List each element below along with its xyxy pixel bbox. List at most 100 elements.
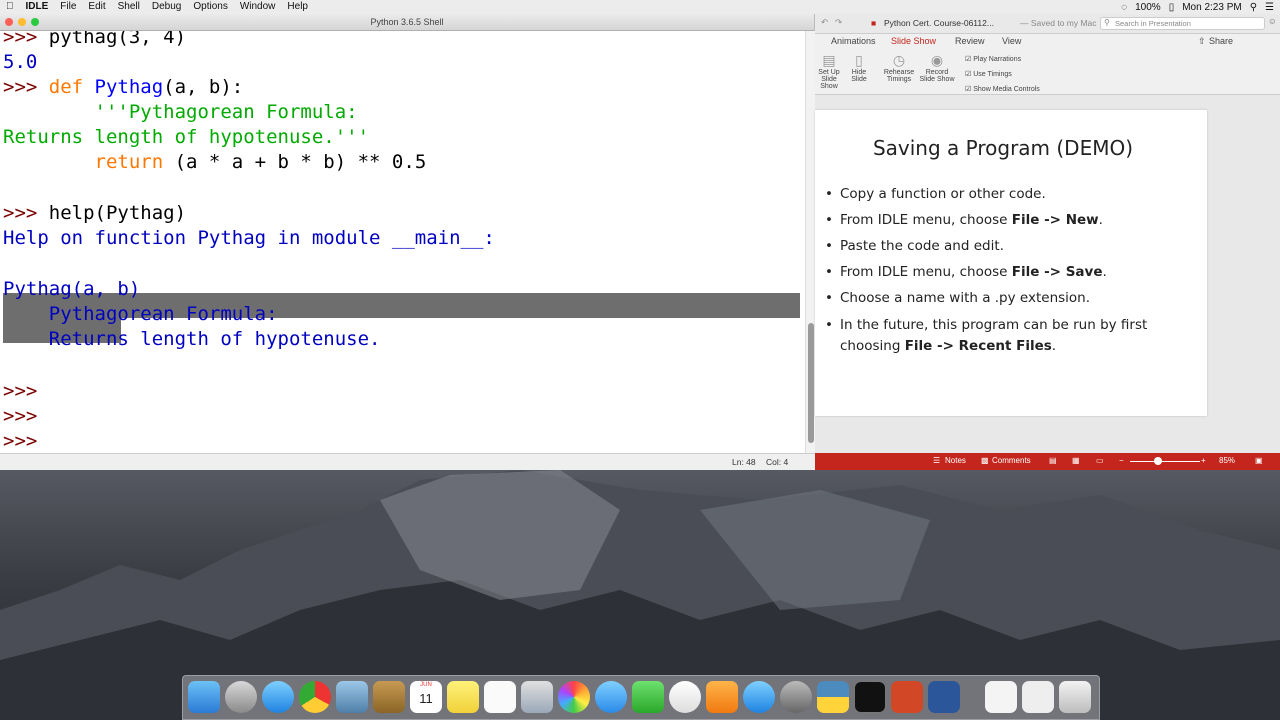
- slide-bullet: • Choose a name with a .py extension.: [825, 290, 1091, 306]
- docstring-line: '''Pythagorean Formula:: [3, 101, 358, 123]
- show-media-controls-checkbox[interactable]: ☑ Show Media Controls: [965, 82, 1040, 97]
- itunes-icon[interactable]: [669, 681, 701, 713]
- powerpoint-window: ↶ ↷ ■ Python Cert. Course-06112... — Sav…: [815, 14, 1280, 470]
- idle-shell-window: Python 3.6.5 Shell >>> pythag(3, 4) 5.0 …: [0, 14, 815, 470]
- shell-prompt: >>>: [3, 380, 38, 402]
- wifi-icon[interactable]: ◌: [1121, 2, 1127, 13]
- safari-icon[interactable]: [262, 681, 294, 713]
- apple-icon[interactable]: : [0, 0, 20, 14]
- shell-prompt[interactable]: >>>: [3, 429, 37, 453]
- undo-icon[interactable]: ↶: [821, 17, 828, 28]
- photos-icon[interactable]: [558, 681, 590, 713]
- menu-shell[interactable]: Shell: [112, 0, 146, 14]
- setup-slide-show-button[interactable]: ▤ Set Up Slide Show: [815, 52, 843, 90]
- help-output-line: Pythag(a, b): [3, 278, 141, 300]
- zoom-slider-thumb[interactable]: [1154, 457, 1162, 465]
- shell-line: >>> help(Pythag): [3, 202, 187, 224]
- slide-bullet: • From IDLE menu, choose File -> Save.: [825, 264, 1107, 280]
- normal-view-icon[interactable]: ▤: [1049, 456, 1057, 465]
- battery-icon[interactable]: ▯: [1169, 2, 1175, 13]
- shell-line: >>> pythag(3, 4): [3, 31, 187, 48]
- word-icon[interactable]: [928, 681, 960, 713]
- reminders-icon[interactable]: [484, 681, 516, 713]
- shell-text-area[interactable]: >>> pythag(3, 4) 5.0 >>> def Pythag(a, b…: [0, 31, 805, 453]
- app-store-icon[interactable]: [743, 681, 775, 713]
- zoom-in-icon[interactable]: +: [1201, 456, 1206, 465]
- terminal-icon[interactable]: [854, 681, 886, 713]
- zoom-slider[interactable]: [1130, 461, 1200, 462]
- fit-to-window-icon[interactable]: ▣: [1255, 456, 1263, 465]
- ppt-search-box[interactable]: ⚲ Search in Presentation: [1100, 17, 1265, 30]
- chrome-icon[interactable]: [299, 681, 331, 713]
- hide-slide-button[interactable]: ▯ Hide Slide: [847, 52, 871, 83]
- maps-icon[interactable]: [521, 681, 553, 713]
- slide-bullet: • In the future, this program can be run …: [825, 317, 1148, 354]
- shell-line: >>> def Pythag(a, b):: [3, 76, 244, 98]
- menu-app-name[interactable]: IDLE: [20, 0, 55, 14]
- ppt-titlebar: ↶ ↷ ■ Python Cert. Course-06112... — Sav…: [815, 14, 1280, 34]
- notes-icon[interactable]: ☰: [933, 456, 940, 465]
- tab-review[interactable]: Review: [955, 36, 985, 46]
- shell-prompt: >>>: [3, 405, 38, 427]
- share-button[interactable]: Share: [1209, 36, 1233, 46]
- help-output-line: Pythagorean Formula:: [3, 303, 278, 325]
- facetime-icon[interactable]: [632, 681, 664, 713]
- downloads-folder-icon[interactable]: [1022, 681, 1054, 713]
- use-timings-checkbox[interactable]: ☑ Use Timings: [965, 67, 1040, 82]
- comments-button[interactable]: Comments: [992, 456, 1031, 465]
- trash-icon[interactable]: [1059, 681, 1091, 713]
- menu-help[interactable]: Help: [281, 0, 314, 14]
- documents-folder-icon[interactable]: [985, 681, 1017, 713]
- launchpad-icon[interactable]: [225, 681, 257, 713]
- shell-output-line: 5.0: [3, 51, 38, 73]
- macos-dock: JUN 11: [182, 675, 1100, 720]
- messages-icon[interactable]: [595, 681, 627, 713]
- menubar-clock[interactable]: Mon 2:23 PM: [1182, 2, 1241, 13]
- preview-icon[interactable]: [336, 681, 368, 713]
- calendar-icon[interactable]: JUN 11: [410, 681, 442, 713]
- powerpoint-icon[interactable]: [891, 681, 923, 713]
- share-icon[interactable]: ⇧: [1198, 36, 1206, 47]
- slideshow-options: ☑ Play Narrations ☑ Use Timings ☑ Show M…: [965, 52, 1040, 97]
- minimize-window-icon[interactable]: [18, 18, 26, 26]
- notes-app-icon[interactable]: [447, 681, 479, 713]
- contacts-icon[interactable]: [373, 681, 405, 713]
- close-window-icon[interactable]: [5, 18, 13, 26]
- ppt-doc-title: Python Cert. Course-06112...: [884, 18, 994, 28]
- spotlight-icon[interactable]: ⚲: [1250, 2, 1257, 13]
- play-narrations-checkbox[interactable]: ☑ Play Narrations: [965, 52, 1040, 67]
- slide-sorter-icon[interactable]: ▦: [1072, 456, 1080, 465]
- menu-window[interactable]: Window: [234, 0, 282, 14]
- idle-window-title: Python 3.6.5 Shell: [370, 17, 444, 27]
- rehearse-timings-button[interactable]: ◷ Rehearse Timings: [881, 52, 917, 83]
- tab-animations[interactable]: Animations: [831, 36, 876, 46]
- idle-status-bar: Ln: 48 Col: 4: [0, 453, 815, 470]
- scrollbar-thumb[interactable]: [808, 323, 814, 443]
- finder-icon[interactable]: [188, 681, 220, 713]
- python-idle-icon[interactable]: [817, 681, 849, 713]
- menu-options[interactable]: Options: [187, 0, 233, 14]
- idle-titlebar: Python 3.6.5 Shell: [0, 14, 814, 31]
- notification-center-icon[interactable]: ☰: [1265, 2, 1274, 13]
- tab-slide-show[interactable]: Slide Show: [891, 36, 936, 46]
- line-number: Ln: 48: [732, 457, 756, 467]
- comments-icon[interactable]: ▩: [981, 456, 989, 465]
- tab-view[interactable]: View: [1002, 36, 1021, 46]
- zoom-out-icon[interactable]: −: [1119, 456, 1124, 465]
- zoom-level[interactable]: 85%: [1219, 456, 1235, 465]
- system-preferences-icon[interactable]: [780, 681, 812, 713]
- menu-file[interactable]: File: [54, 0, 82, 14]
- current-slide[interactable]: Saving a Program (DEMO) • Copy a function…: [815, 110, 1207, 416]
- ibooks-icon[interactable]: [706, 681, 738, 713]
- notes-button[interactable]: Notes: [945, 456, 966, 465]
- menu-edit[interactable]: Edit: [82, 0, 111, 14]
- reading-view-icon[interactable]: ▭: [1096, 456, 1104, 465]
- menu-debug[interactable]: Debug: [146, 0, 187, 14]
- vertical-scrollbar[interactable]: [805, 31, 815, 453]
- record-slide-show-button[interactable]: ◉ Record Slide Show: [919, 52, 955, 83]
- slide-bullet: • From IDLE menu, choose File -> New.: [825, 212, 1103, 228]
- zoom-window-icon[interactable]: [31, 18, 39, 26]
- battery-percent[interactable]: 100%: [1135, 2, 1161, 13]
- smiley-feedback-icon[interactable]: ☺: [1268, 16, 1277, 26]
- redo-icon[interactable]: ↷: [835, 17, 842, 28]
